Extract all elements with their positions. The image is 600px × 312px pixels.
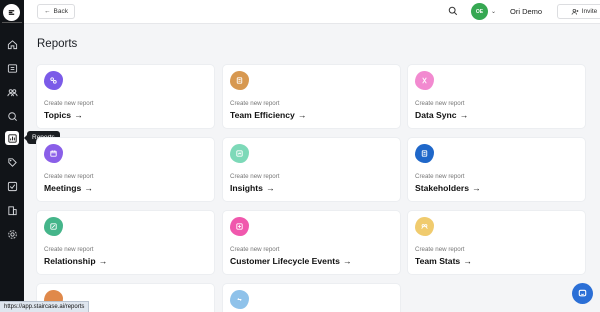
lifecycle-icon xyxy=(230,217,249,236)
create-label: Create new report xyxy=(230,100,280,107)
report-name: Topics → xyxy=(44,110,83,120)
report-name: Data Sync → xyxy=(415,110,468,120)
report-name-text: Insights xyxy=(230,183,263,193)
arrow-right-icon: → xyxy=(342,256,352,266)
arrow-right-icon: → xyxy=(74,110,83,120)
team-stats-icon xyxy=(415,217,434,236)
report-card-customer-lifecycle-events[interactable]: Create new report Customer Lifecycle Eve… xyxy=(223,211,400,274)
report-card-data-sync[interactable]: Create new report Data Sync → xyxy=(408,65,585,128)
report-name-text: Meetings xyxy=(44,183,82,193)
home-icon[interactable] xyxy=(5,37,19,51)
report-card-team-efficiency[interactable]: Create new report Team Efficiency → xyxy=(223,65,400,128)
arrow-right-icon: → xyxy=(297,110,307,120)
people-icon[interactable] xyxy=(5,85,19,99)
report-name: Team Efficiency → xyxy=(230,110,306,120)
create-label: Create new report xyxy=(415,173,465,180)
create-label: Create new report xyxy=(230,173,280,180)
invite-label: Invite xyxy=(581,8,598,15)
report-card-relationship[interactable]: Create new report Relationship → xyxy=(37,211,214,274)
create-label: Create new report xyxy=(44,100,94,107)
arrow-right-icon: → xyxy=(459,110,469,120)
create-label: Create new report xyxy=(415,246,465,253)
invite-button[interactable]: Invite xyxy=(557,4,600,19)
report-card-meetings[interactable]: Create new report Meetings → xyxy=(37,138,214,201)
chevron-down-icon[interactable]: ⌄ xyxy=(491,8,496,15)
report-card-team-stats[interactable]: Create new report Team Stats → xyxy=(408,211,585,274)
create-label: Create new report xyxy=(44,246,94,253)
data-sync-icon xyxy=(415,71,434,90)
building-icon[interactable] xyxy=(5,203,19,217)
report-name: Relationship → xyxy=(44,256,107,266)
staircase-logo[interactable] xyxy=(3,4,20,21)
contacts-icon[interactable] xyxy=(5,61,19,75)
settings-icon[interactable] xyxy=(5,227,19,241)
top-bar: ← Back OE ⌄ Ori Demo Invite xyxy=(24,0,600,24)
report-name-text: Team Efficiency xyxy=(230,110,295,120)
tags-icon[interactable] xyxy=(5,155,19,169)
calendar-icon xyxy=(44,144,63,163)
reports-icon[interactable] xyxy=(5,131,19,145)
sidebar xyxy=(0,0,24,312)
report-name-text: Topics xyxy=(44,110,72,120)
arrow-right-icon: → xyxy=(265,183,275,193)
arrow-left-icon: ← xyxy=(44,8,51,15)
chat-icon xyxy=(578,289,587,297)
chat-button[interactable] xyxy=(572,283,593,304)
report-name-text: Relationship xyxy=(44,256,96,266)
create-label: Create new report xyxy=(415,100,465,107)
avatar[interactable]: OE xyxy=(471,3,488,20)
report-card-stakeholders[interactable]: Create new report Stakeholders → xyxy=(408,138,585,201)
stakeholders-icon xyxy=(415,144,434,163)
page-title: Reports xyxy=(37,38,78,50)
report-name-text: Customer Lifecycle Events xyxy=(230,256,340,266)
logo-underline xyxy=(2,22,22,23)
arrow-right-icon: → xyxy=(84,183,93,193)
create-label: Create new report xyxy=(44,173,94,180)
checkbox-icon[interactable] xyxy=(5,179,19,193)
report-name-text: Stakeholders xyxy=(415,183,469,193)
search-icon[interactable] xyxy=(448,6,458,16)
report-icon xyxy=(230,290,249,309)
status-url: https://app.staircase.ai/reports xyxy=(0,301,90,312)
search-insights-icon[interactable] xyxy=(5,109,19,123)
create-label: Create new report xyxy=(230,246,280,253)
report-name: Meetings → xyxy=(44,183,93,193)
arrow-right-icon: → xyxy=(471,183,481,193)
report-card-insights[interactable]: Create new report Insights → xyxy=(223,138,400,201)
team-efficiency-icon xyxy=(230,71,249,90)
report-name: Stakeholders → xyxy=(415,183,481,193)
add-user-icon xyxy=(571,8,579,15)
topics-icon xyxy=(44,71,63,90)
report-name-text: Team Stats xyxy=(415,256,461,266)
report-name-text: Data Sync xyxy=(415,110,457,120)
report-card-topics[interactable]: Create new report Topics → xyxy=(37,65,214,128)
back-button[interactable]: ← Back xyxy=(37,4,75,19)
report-name: Insights → xyxy=(230,183,275,193)
report-name: Customer Lifecycle Events → xyxy=(230,256,351,266)
insights-icon xyxy=(230,144,249,163)
relationship-icon xyxy=(44,217,63,236)
report-card-partial-2[interactable] xyxy=(223,284,400,312)
arrow-right-icon: → xyxy=(98,256,108,266)
report-name: Team Stats → xyxy=(415,256,472,266)
arrow-right-icon: → xyxy=(463,256,472,266)
org-name[interactable]: Ori Demo xyxy=(510,7,542,16)
back-label: Back xyxy=(53,8,68,15)
